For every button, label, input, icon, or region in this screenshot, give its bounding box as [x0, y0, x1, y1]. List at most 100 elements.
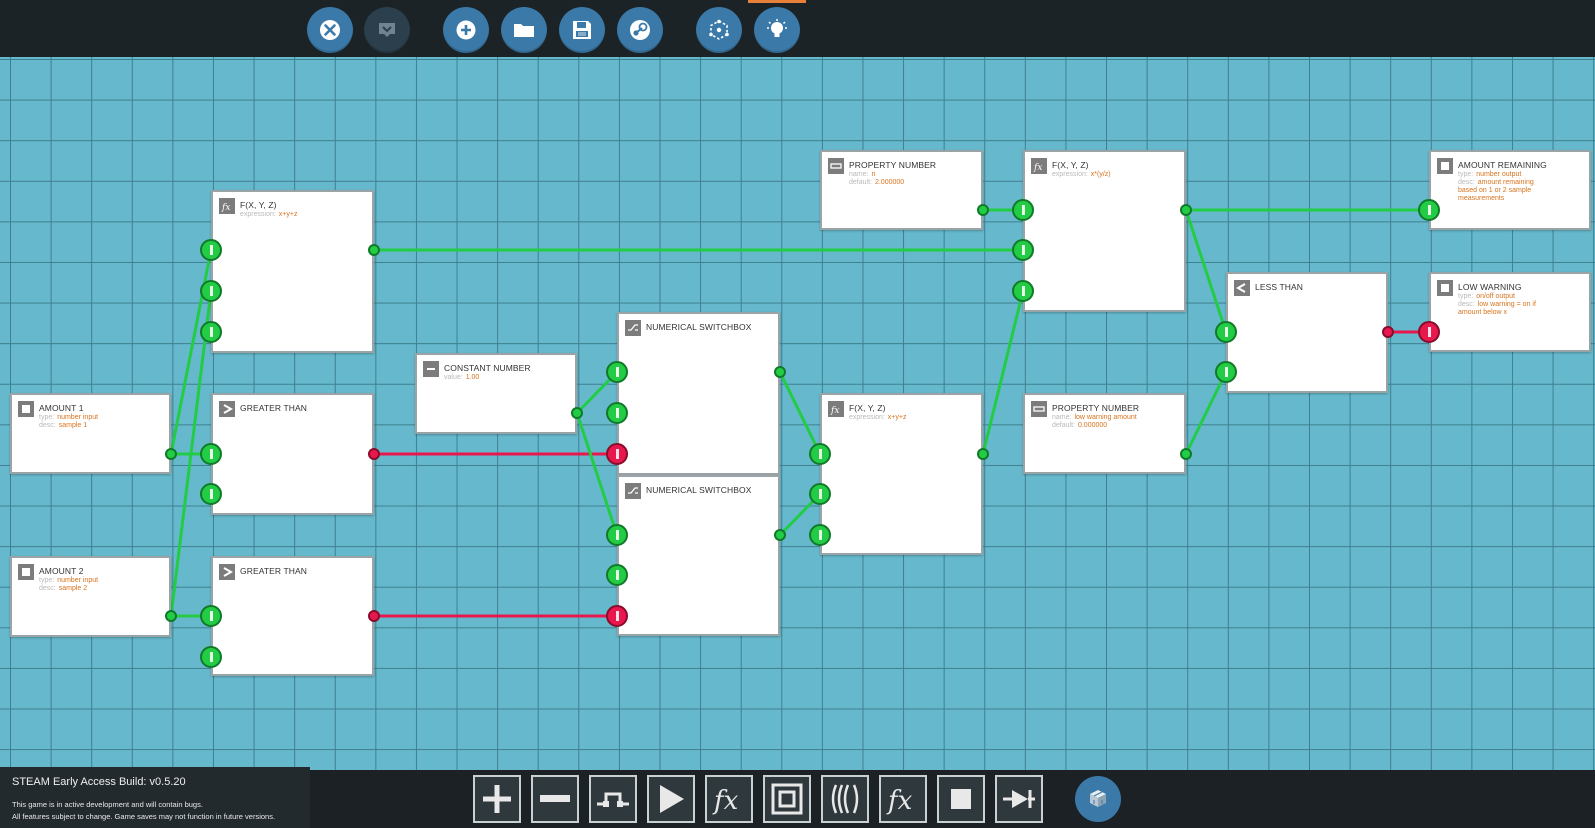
output-port[interactable] — [1382, 326, 1394, 338]
amount-1-node[interactable]: AMOUNT 1 type: number input desc: sample 1 — [10, 393, 171, 474]
output-port[interactable] — [977, 204, 989, 216]
output-port[interactable] — [368, 610, 380, 622]
property-number-node-2[interactable]: PROPERTY NUMBER name: low warning amount … — [1023, 393, 1186, 474]
input-port[interactable] — [809, 483, 831, 505]
input-port[interactable] — [1215, 321, 1237, 343]
output-port[interactable] — [977, 448, 989, 460]
switchbox-icon — [625, 483, 641, 499]
palette-play-button[interactable] — [647, 775, 695, 823]
greater-than-node-1[interactable]: GREATER THAN — [211, 393, 374, 515]
input-port[interactable] — [606, 605, 628, 627]
input-port[interactable] — [1418, 199, 1440, 221]
input-port[interactable] — [200, 605, 222, 627]
meta-key: type: — [1458, 293, 1474, 300]
collapse-button[interactable] — [364, 7, 410, 53]
meta-value: amount remaining — [1477, 179, 1534, 186]
numerical-switchbox-node-2[interactable]: NUMERICAL SWITCHBOX — [617, 475, 780, 636]
cube-button[interactable] — [1075, 776, 1121, 822]
svg-text:fx: fx — [712, 786, 739, 816]
palette-wave-button[interactable] — [821, 775, 869, 823]
amount-remaining-node[interactable]: AMOUNT REMAINING type: number output desc… — [1429, 150, 1591, 230]
meta-key: type: — [1458, 171, 1474, 178]
input-square-icon — [18, 564, 34, 580]
input-port[interactable] — [200, 239, 222, 261]
input-port[interactable] — [200, 321, 222, 343]
meta-value: number input — [57, 414, 99, 421]
greater-than-node-2[interactable]: GREATER THAN — [211, 556, 374, 676]
meta-value: measurements — [1458, 195, 1505, 202]
output-port[interactable] — [368, 244, 380, 256]
node-title: PROPERTY NUMBER — [849, 160, 937, 170]
recenter-button[interactable] — [696, 7, 742, 53]
input-port[interactable] — [809, 524, 831, 546]
node-title: NUMERICAL SWITCHBOX — [646, 485, 752, 495]
node-title: AMOUNT 1 — [39, 403, 84, 413]
input-port[interactable] — [200, 646, 222, 668]
input-port[interactable] — [200, 443, 222, 465]
fx-alt-node-icon: fx — [886, 786, 913, 816]
meta-value: n — [871, 171, 876, 178]
node-title: AMOUNT REMAINING — [1458, 160, 1547, 170]
output-port[interactable] — [1180, 204, 1192, 216]
input-port[interactable] — [606, 564, 628, 586]
output-port[interactable] — [774, 529, 786, 541]
palette-add-button[interactable] — [473, 775, 521, 823]
low-warning-node[interactable]: LOW WARNING type: on/off output desc: low … — [1429, 272, 1591, 352]
add-node-icon — [483, 785, 511, 813]
output-port[interactable] — [165, 448, 177, 460]
output-port[interactable] — [571, 407, 583, 419]
build-notice-line: All features subject to change. Game sav… — [12, 812, 276, 821]
palette-stop-button[interactable] — [937, 775, 985, 823]
input-port[interactable] — [606, 443, 628, 465]
input-port[interactable] — [809, 443, 831, 465]
numerical-switchbox-node-1[interactable]: NUMERICAL SWITCHBOX — [617, 312, 780, 475]
open-button[interactable] — [501, 7, 547, 53]
arrow-node-icon — [1003, 790, 1035, 808]
input-port[interactable] — [1215, 361, 1237, 383]
input-port[interactable] — [1012, 280, 1034, 302]
meta-value: sample 2 — [58, 585, 88, 592]
palette-bracket-button[interactable] — [763, 775, 811, 823]
node-title: CONSTANT NUMBER — [444, 363, 531, 373]
output-port[interactable] — [1180, 448, 1192, 460]
property-number-node-1[interactable]: PROPERTY NUMBER name: n default: 2.000000 — [820, 150, 983, 230]
input-port[interactable] — [606, 524, 628, 546]
fxyz-node-1[interactable]: fx F(X, Y, Z) expression: x+y+z — [211, 190, 374, 353]
steam-button[interactable] — [617, 7, 663, 53]
meta-value: number input — [57, 577, 99, 584]
fxyz-node-3[interactable]: fx F(X, Y, Z) expression: x*(y/z) — [1023, 150, 1186, 312]
palette-fx-button[interactable]: fx — [705, 775, 753, 823]
output-port[interactable] — [774, 366, 786, 378]
output-port[interactable] — [368, 448, 380, 460]
output-port[interactable] — [165, 610, 177, 622]
input-port[interactable] — [1012, 239, 1034, 261]
hints-button[interactable] — [754, 7, 800, 53]
build-notice-line: This game is in active development and w… — [12, 800, 203, 809]
input-port[interactable] — [1012, 199, 1034, 221]
palette-fx-alt-button[interactable]: fx — [879, 775, 927, 823]
save-button[interactable] — [559, 7, 605, 53]
stop-node-icon — [951, 789, 971, 809]
close-button[interactable] — [307, 7, 353, 53]
meta-key: desc: — [1458, 179, 1475, 186]
input-port[interactable] — [1418, 321, 1440, 343]
input-port[interactable] — [606, 361, 628, 383]
palette-pulse-button[interactable] — [589, 775, 637, 823]
play-node-icon — [660, 785, 684, 813]
input-port[interactable] — [200, 280, 222, 302]
less-than-node[interactable]: LESS THAN — [1226, 272, 1388, 393]
input-port[interactable] — [606, 402, 628, 424]
constant-number-node[interactable]: CONSTANT NUMBER value: 1.00 — [415, 353, 577, 434]
meta-key: expression: — [240, 211, 276, 218]
node-title: F(X, Y, Z) — [1052, 160, 1089, 170]
meta-value: low warning = on if — [1477, 301, 1536, 308]
greater-than-icon — [219, 564, 235, 580]
svg-text:fx: fx — [886, 786, 913, 816]
amount-2-node[interactable]: AMOUNT 2 type: number input desc: sample 2 — [10, 556, 171, 637]
input-port[interactable] — [200, 483, 222, 505]
fxyz-node-2[interactable]: fx F(X, Y, Z) expression: x+y+z — [820, 393, 983, 555]
palette-arrow-button[interactable] — [995, 775, 1043, 823]
add-button[interactable] — [443, 7, 489, 53]
build-title: STEAM Early Access Build: v0.5.20 — [12, 776, 186, 788]
palette-subtract-button[interactable] — [531, 775, 579, 823]
